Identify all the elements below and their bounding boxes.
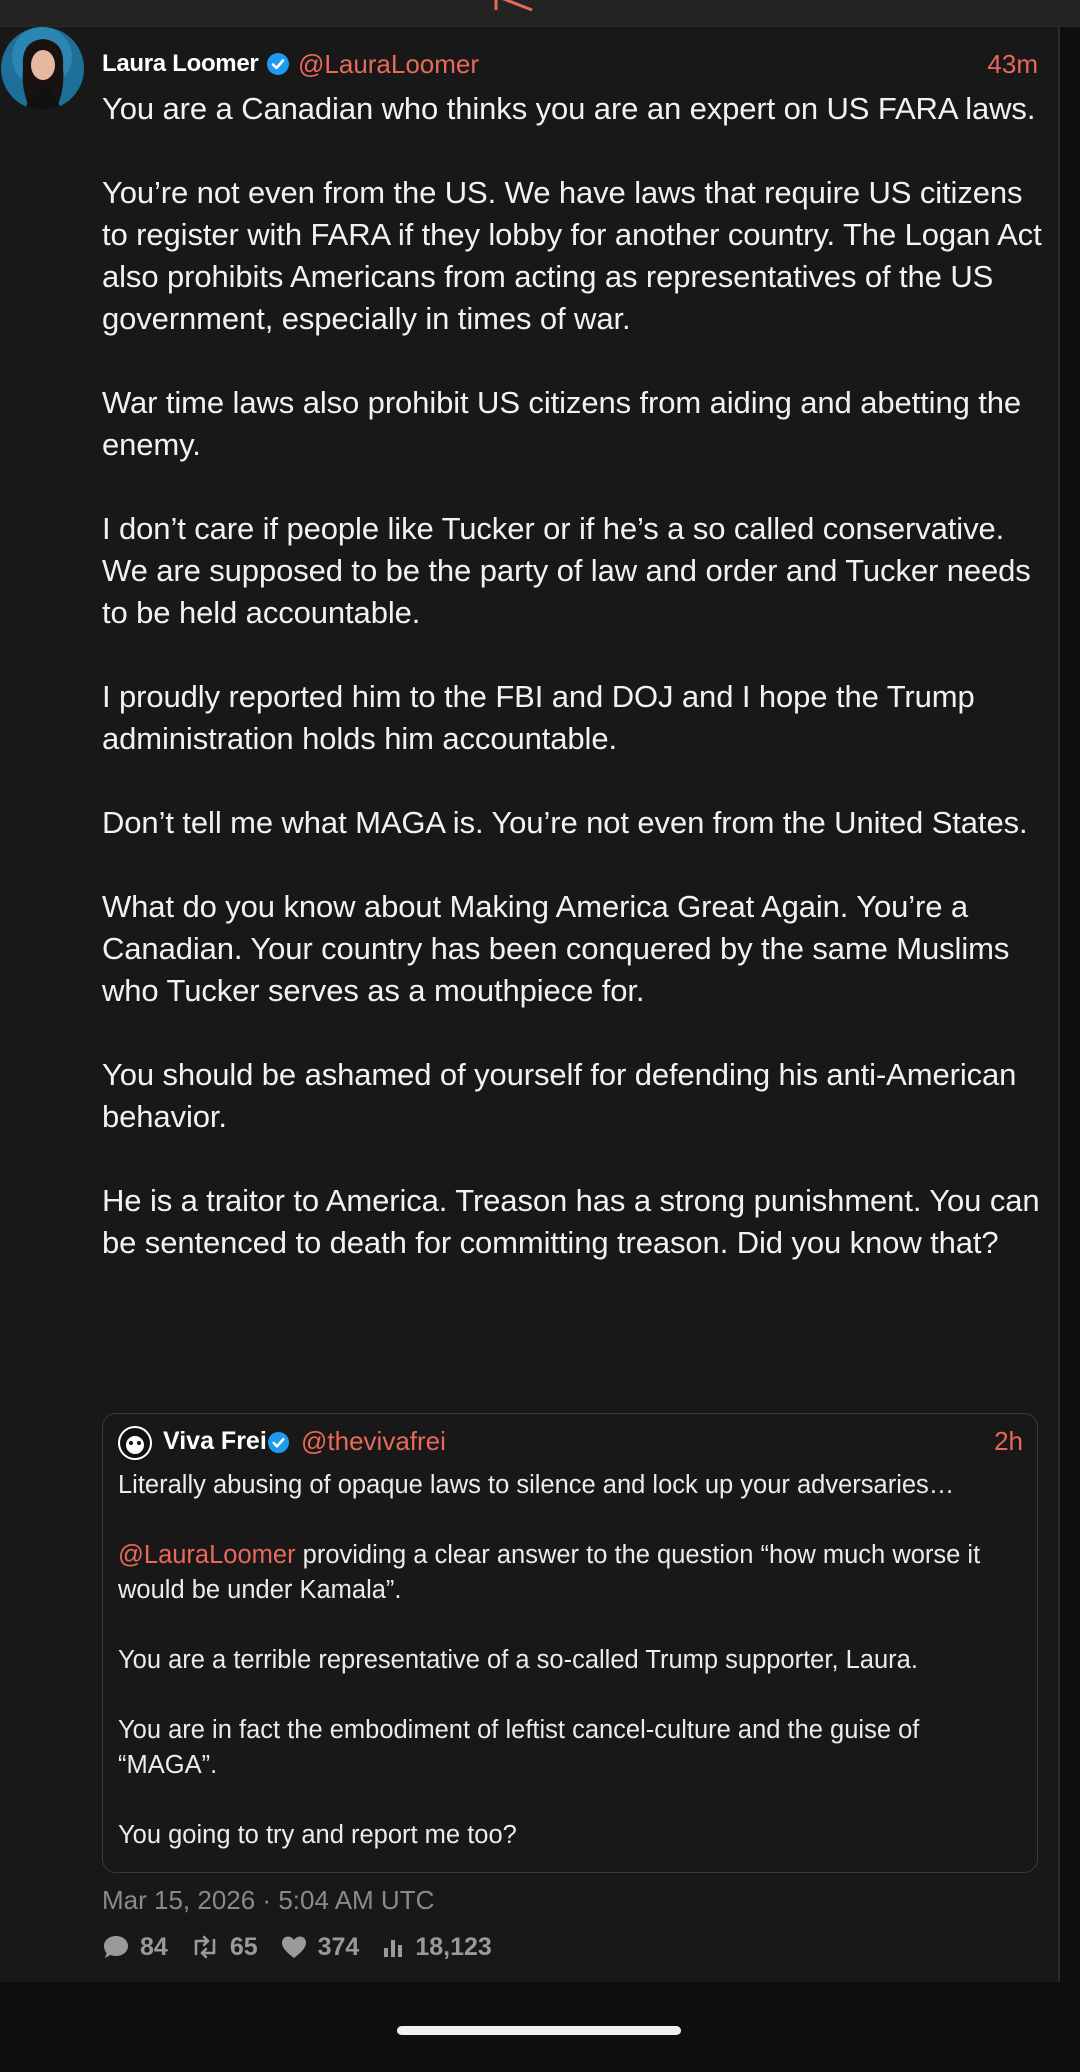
like-count: 374 [317, 1932, 360, 1961]
quoted-paragraph: You going to try and report me too? [118, 1821, 517, 1849]
author-avatar[interactable] [1, 27, 84, 110]
post-paragraph: You are a Canadian who thinks you are an… [102, 91, 1036, 126]
post-paragraph: You should be ashamed of yourself for de… [102, 1057, 1025, 1134]
verified-badge-icon [267, 1431, 290, 1454]
repost-stat[interactable]: 65 [190, 1933, 258, 1962]
reply-icon [104, 1936, 128, 1958]
views-count: 18,123 [415, 1932, 492, 1961]
post-time[interactable]: 43m [987, 49, 1038, 80]
reply-count: 84 [140, 1932, 168, 1961]
verified-badge-icon [267, 53, 289, 75]
quoted-paragraph: You are a terrible representative of a s… [118, 1646, 918, 1674]
quoted-paragraph: Literally abusing of opaque laws to sile… [118, 1471, 955, 1499]
quoted-post[interactable]: Viva Frei @thevivafrei 2h Literally abus… [102, 1413, 1038, 1873]
home-indicator[interactable] [397, 2026, 681, 2035]
reply-stat[interactable]: 84 [102, 1933, 168, 1962]
post-text: You are a Canadian who thinks you are an… [102, 88, 1042, 1264]
author-handle[interactable]: @LauraLoomer [298, 49, 479, 80]
quoted-paragraph: You are in fact the embodiment of leftis… [118, 1716, 920, 1779]
author-name[interactable]: Laura Loomer [102, 50, 259, 78]
post-paragraph: He is a traitor to America. Treason has … [102, 1183, 1040, 1260]
quoted-paragraph: @LauraLoomer providing a clear answer to… [118, 1538, 1023, 1608]
quoted-author-handle[interactable]: @thevivafrei [301, 1426, 446, 1457]
like-stat[interactable]: 374 [280, 1932, 360, 1962]
post-paragraph: I proudly reported him to the FBI and DO… [102, 679, 984, 756]
views-stat[interactable]: 18,123 [381, 1932, 492, 1962]
like-icon [281, 1936, 306, 1958]
post-paragraph: War time laws also prohibit US citizens … [102, 385, 1030, 462]
quoted-post-text: Literally abusing of opaque laws to sile… [118, 1468, 1023, 1853]
repost-icon [194, 1935, 216, 1959]
post-header: Laura Loomer @LauraLoomer 43m [102, 45, 1038, 85]
mention-link[interactable]: @LauraLoomer [118, 1541, 296, 1569]
post-paragraph: Don’t tell me what MAGA is. You’re not e… [102, 805, 1028, 840]
repost-count: 65 [229, 1932, 258, 1961]
post-paragraph: What do you know about Making America Gr… [102, 889, 1018, 1008]
engagement-stats: 84 65 374 18,123 [102, 1930, 514, 1964]
quoted-author-avatar[interactable] [118, 1426, 152, 1460]
post-paragraph: You’re not even from the US. We have law… [102, 175, 1042, 336]
quoted-post-time[interactable]: 2h [994, 1426, 1023, 1457]
app-logo-icon [494, 0, 533, 12]
post-date[interactable]: Mar 15, 2026 · 5:04 AM UTC [102, 1885, 434, 1916]
quoted-author-name[interactable]: Viva Frei [163, 1427, 267, 1456]
post-paragraph: I don’t care if people like Tucker or if… [102, 511, 1040, 630]
views-icon [384, 1940, 403, 1957]
top-bar [0, 0, 1080, 27]
